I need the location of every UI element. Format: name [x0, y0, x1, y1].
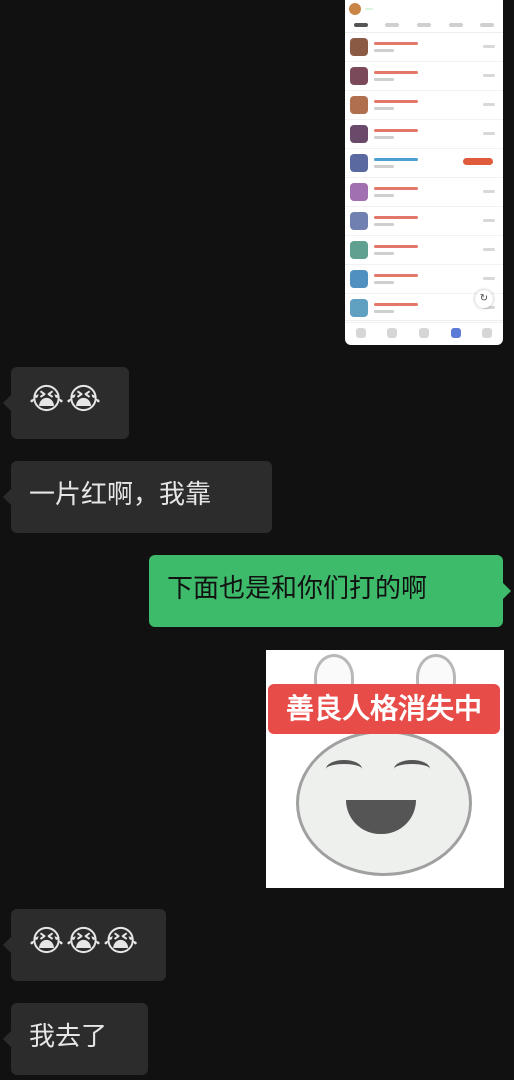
sticker-eye: [326, 760, 362, 778]
thumb-row-time: [483, 248, 495, 251]
thumb-tab: [416, 23, 431, 27]
thumb-row-text: [374, 100, 498, 110]
message-text: 下面也是和你们打的啊: [167, 574, 428, 604]
thumb-row-avatar: [350, 212, 368, 230]
thumb-row-text: [374, 245, 498, 255]
thumb-row-avatar: [350, 154, 368, 172]
thumb-nav-item: [355, 328, 366, 338]
thumb-row-text: [374, 129, 498, 139]
thumb-tab: [385, 23, 400, 27]
thumb-row-line: [374, 158, 418, 161]
thumb-row-time: [483, 190, 495, 193]
thumb-match-list: [345, 33, 503, 323]
message-bubble-left[interactable]: 我去了: [3, 1003, 148, 1075]
thumb-nav-item: [450, 328, 461, 338]
thumb-tab: [480, 23, 495, 27]
sticker-caption: 善良人格消失中: [268, 684, 500, 734]
thumb-match-row: [345, 207, 503, 236]
thumb-nav-item: [387, 328, 398, 338]
thumb-row-avatar: [350, 38, 368, 56]
thumb-row-avatar: [350, 125, 368, 143]
thumb-tab: [353, 23, 368, 27]
thumb-nav-item: [418, 328, 429, 338]
message-bubble-left[interactable]: 😭😭: [3, 367, 129, 439]
thumb-row-line: [374, 71, 418, 74]
thumb-row-avatar: [350, 241, 368, 259]
thumb-row-time: [483, 219, 495, 222]
thumb-row-line: [374, 223, 394, 226]
thumb-row-tag: [463, 158, 493, 165]
sticker-image[interactable]: 善良人格消失中: [266, 650, 504, 888]
emoji-text: 😭😭: [29, 382, 104, 417]
thumb-row-time: [483, 103, 495, 106]
message-text: 一片红啊，我靠: [29, 480, 212, 510]
thumb-row-avatar: [350, 299, 368, 317]
thumb-status-pill: [365, 8, 373, 10]
message-bubble-right[interactable]: 下面也是和你们打的啊: [149, 555, 511, 627]
thumb-nav-item: [482, 328, 493, 338]
thumb-row-line: [374, 245, 418, 248]
thumb-row-line: [374, 194, 394, 197]
thumb-match-row: [345, 91, 503, 120]
thumb-row-line: [374, 100, 418, 103]
thumb-match-row: [345, 33, 503, 62]
thumb-row-text: [374, 187, 498, 197]
thumb-row-line: [374, 129, 418, 132]
emoji-text: 😭😭😭: [29, 924, 141, 959]
thumb-header: [345, 0, 503, 18]
thumb-row-line: [374, 310, 394, 313]
sticker-eye: [394, 760, 430, 778]
thumb-row-line: [374, 281, 394, 284]
refresh-icon: ↻: [475, 290, 493, 308]
thumb-row-time: [483, 132, 495, 135]
thumb-row-avatar: [350, 270, 368, 288]
thumb-row-text: [374, 71, 498, 81]
thumb-row-line: [374, 187, 418, 190]
thumb-match-row: [345, 120, 503, 149]
thumb-row-line: [374, 216, 418, 219]
thumb-match-row: [345, 62, 503, 91]
thumb-row-line: [374, 78, 394, 81]
thumb-match-row: [345, 265, 503, 294]
shared-screenshot-image[interactable]: ↻: [345, 0, 503, 345]
thumb-row-time: [483, 277, 495, 280]
thumb-bottom-nav: [345, 320, 503, 345]
message-bubble-left[interactable]: 一片红啊，我靠: [3, 461, 272, 533]
thumb-row-text: [374, 42, 498, 52]
thumb-row-avatar: [350, 96, 368, 114]
thumb-match-row: [345, 149, 503, 178]
thumb-tabs: [345, 18, 503, 33]
thumb-row-line: [374, 136, 394, 139]
thumb-row-time: [483, 45, 495, 48]
thumb-row-line: [374, 165, 394, 168]
thumb-match-row: [345, 236, 503, 265]
message-bubble-left[interactable]: 😭😭😭: [3, 909, 166, 981]
thumb-avatar: [349, 3, 361, 15]
thumb-row-line: [374, 107, 394, 110]
message-text: 我去了: [29, 1022, 108, 1052]
thumb-row-text: [374, 216, 498, 226]
thumb-row-line: [374, 252, 394, 255]
thumb-tab: [448, 23, 463, 27]
thumb-row-text: [374, 274, 498, 284]
thumb-row-line: [374, 274, 418, 277]
thumb-row-time: [483, 74, 495, 77]
thumb-row-avatar: [350, 183, 368, 201]
thumb-row-line: [374, 42, 418, 45]
thumb-row-line: [374, 49, 394, 52]
thumb-row-line: [374, 303, 418, 306]
thumb-row-avatar: [350, 67, 368, 85]
thumb-match-row: [345, 178, 503, 207]
